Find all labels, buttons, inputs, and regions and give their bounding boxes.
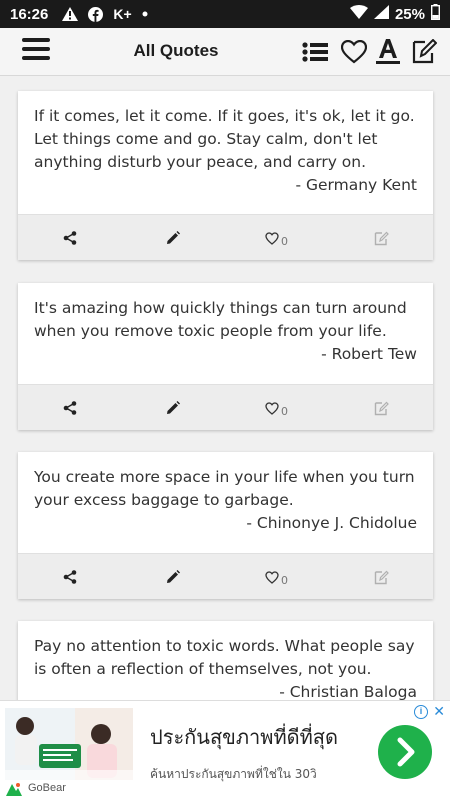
like-button[interactable]: 0 — [265, 226, 288, 250]
quote-body[interactable]: If it comes, let it come. If it goes, it… — [18, 91, 433, 214]
quote-actions: 0 — [18, 384, 433, 430]
share-icon[interactable] — [63, 396, 77, 420]
ad-close-icon[interactable]: ✕ — [433, 703, 445, 720]
wifi-icon — [349, 5, 368, 23]
ad-info-icon[interactable]: i — [414, 705, 428, 719]
ad-image[interactable] — [5, 708, 133, 780]
ad-go-arrow-button[interactable] — [378, 725, 432, 783]
notification-k-plus-icon: K+ — [113, 6, 132, 22]
edit-pencil-icon[interactable] — [166, 396, 180, 420]
heart-icon — [265, 401, 279, 415]
gobear-logo-icon — [6, 781, 22, 796]
quote-card: You create more space in your life when … — [18, 452, 433, 599]
quote-body[interactable]: Pay no attention to toxic words. What pe… — [18, 621, 433, 700]
quote-text: You create more space in your life when … — [34, 468, 415, 509]
edit-pencil-icon[interactable] — [166, 565, 180, 589]
like-button[interactable]: 0 — [265, 565, 288, 589]
like-count: 0 — [281, 234, 288, 248]
copy-quote-icon[interactable] — [374, 396, 389, 420]
quote-card: Pay no attention to toxic words. What pe… — [18, 621, 433, 700]
favorites-heart-icon[interactable] — [339, 37, 369, 67]
dot-icon — [142, 11, 148, 17]
status-time: 16:26 — [10, 5, 49, 23]
copy-quote-icon[interactable] — [374, 565, 389, 589]
battery-level: 25% — [394, 5, 425, 23]
battery-icon — [430, 4, 440, 24]
share-icon[interactable] — [63, 226, 77, 250]
quote-actions: 0 — [18, 214, 433, 260]
status-right-group: 25% — [349, 4, 440, 24]
quote-body[interactable]: You create more space in your life when … — [18, 452, 433, 553]
status-bar: 16:26 K+ 25% — [0, 0, 450, 28]
font-style-icon[interactable] — [373, 37, 403, 67]
heart-icon — [265, 231, 279, 245]
list-view-icon[interactable] — [300, 37, 330, 67]
copy-quote-icon[interactable] — [374, 226, 389, 250]
quote-text: If it comes, let it come. If it goes, it… — [34, 107, 415, 171]
like-button[interactable]: 0 — [265, 396, 288, 420]
like-count: 0 — [281, 404, 288, 418]
facebook-icon — [88, 6, 104, 22]
app-toolbar: All Quotes — [0, 28, 450, 76]
quote-body[interactable]: It's amazing how quickly things can turn… — [18, 283, 433, 384]
ad-headline[interactable]: ประกันสุขภาพที่ดีที่สุด — [150, 721, 338, 753]
ad-brand-name: GoBear — [28, 782, 66, 794]
add-quote-edit-icon[interactable] — [409, 37, 439, 67]
heart-icon — [265, 570, 279, 584]
share-icon[interactable] — [63, 565, 77, 589]
quote-actions: 0 — [18, 553, 433, 599]
quote-card: It's amazing how quickly things can turn… — [18, 283, 433, 430]
warning-icon — [62, 7, 79, 21]
signal-icon — [373, 5, 389, 23]
quote-author: - Christian Baloga — [279, 683, 417, 700]
quote-author: - Germany Kent — [295, 176, 417, 194]
quote-text: Pay no attention to toxic words. What pe… — [34, 637, 415, 678]
edit-pencil-icon[interactable] — [166, 226, 180, 250]
ad-subtitle[interactable]: ค้นหาประกันสุขภาพที่ใช่ใน 30วิ — [150, 765, 317, 784]
quote-text: It's amazing how quickly things can turn… — [34, 299, 407, 340]
quote-author: - Robert Tew — [321, 345, 417, 363]
quote-card: If it comes, let it come. If it goes, it… — [18, 91, 433, 260]
like-count: 0 — [281, 573, 288, 587]
quotes-list[interactable]: If it comes, let it come. If it goes, it… — [0, 77, 450, 700]
quote-author: - Chinonye J. Chidolue — [246, 514, 417, 532]
